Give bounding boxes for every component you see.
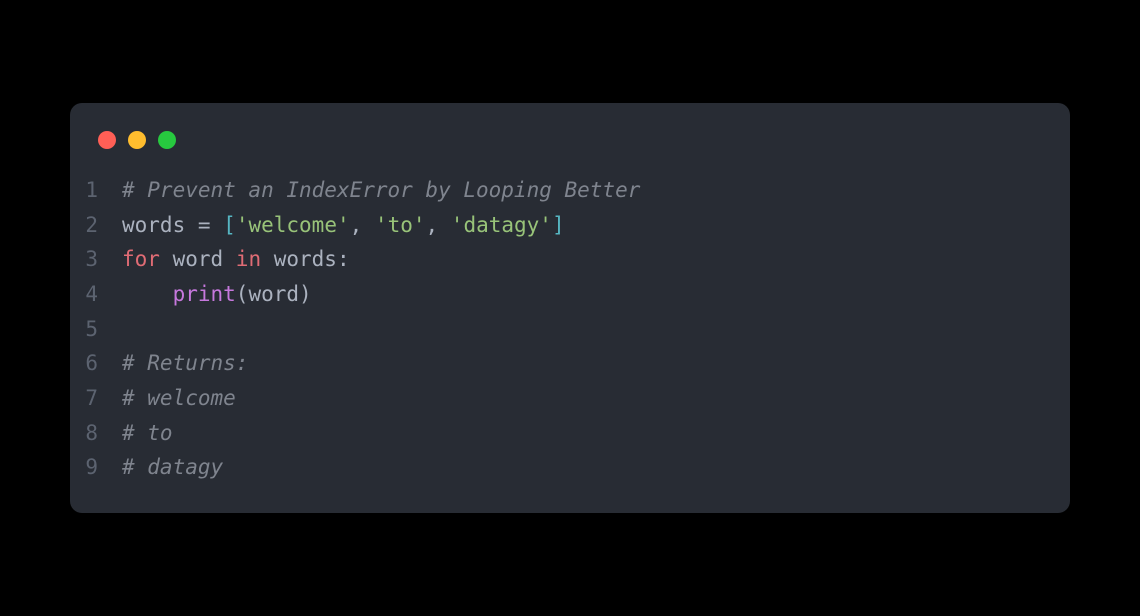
code-token: # datagy — [122, 455, 223, 479]
line-number: 5 — [70, 312, 122, 347]
line-content: # Prevent an IndexError by Looping Bette… — [122, 173, 640, 208]
code-token: word — [160, 247, 236, 271]
code-line: 4 print(word) — [70, 277, 1070, 312]
code-area[interactable]: 1# Prevent an IndexError by Looping Bett… — [70, 173, 1070, 485]
line-content: print(word) — [122, 277, 312, 312]
line-content: # welcome — [122, 381, 236, 416]
code-token: for — [122, 247, 160, 271]
line-number: 6 — [70, 346, 122, 381]
line-content: # datagy — [122, 450, 223, 485]
line-number: 1 — [70, 173, 122, 208]
line-number: 7 — [70, 381, 122, 416]
code-token: , — [426, 213, 451, 237]
line-number: 4 — [70, 277, 122, 312]
window-controls — [70, 131, 1070, 173]
line-content — [122, 312, 135, 347]
line-number: 2 — [70, 208, 122, 243]
line-content: for word in words: — [122, 242, 350, 277]
maximize-icon[interactable] — [158, 131, 176, 149]
code-line: 3for word in words: — [70, 242, 1070, 277]
code-line: 8# to — [70, 416, 1070, 451]
code-editor-window: 1# Prevent an IndexError by Looping Bett… — [70, 103, 1070, 513]
code-token: # Prevent an IndexError by Looping Bette… — [122, 178, 640, 202]
code-token: words — [122, 213, 198, 237]
code-token: 'to' — [375, 213, 426, 237]
code-token: # to — [122, 421, 173, 445]
code-token: # Returns: — [122, 351, 248, 375]
code-token: = — [198, 213, 211, 237]
code-token: 'datagy' — [451, 213, 552, 237]
code-line: 7# welcome — [70, 381, 1070, 416]
code-token — [122, 282, 173, 306]
code-token: [ — [223, 213, 236, 237]
line-number: 9 — [70, 450, 122, 485]
line-content: # Returns: — [122, 346, 248, 381]
code-line: 6# Returns: — [70, 346, 1070, 381]
minimize-icon[interactable] — [128, 131, 146, 149]
code-line: 9# datagy — [70, 450, 1070, 485]
code-token: words: — [261, 247, 350, 271]
line-content: # to — [122, 416, 173, 451]
code-token: in — [236, 247, 261, 271]
code-token: ] — [552, 213, 565, 237]
line-content: words = ['welcome', 'to', 'datagy'] — [122, 208, 565, 243]
line-number: 3 — [70, 242, 122, 277]
code-token — [211, 213, 224, 237]
code-token: (word) — [236, 282, 312, 306]
code-token: 'welcome' — [236, 213, 350, 237]
code-line: 5 — [70, 312, 1070, 347]
code-token: # welcome — [122, 386, 236, 410]
code-token: print — [173, 282, 236, 306]
code-line: 1# Prevent an IndexError by Looping Bett… — [70, 173, 1070, 208]
code-token: , — [350, 213, 375, 237]
code-line: 2words = ['welcome', 'to', 'datagy'] — [70, 208, 1070, 243]
line-number: 8 — [70, 416, 122, 451]
close-icon[interactable] — [98, 131, 116, 149]
